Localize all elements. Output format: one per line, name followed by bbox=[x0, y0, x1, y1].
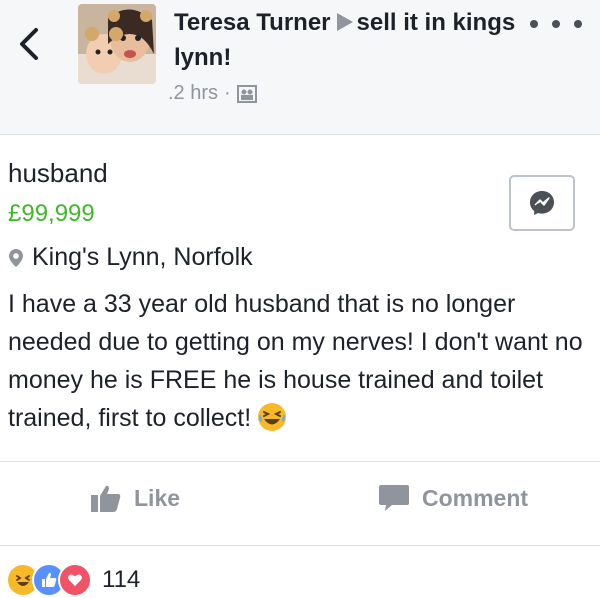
chevron-left-icon bbox=[20, 28, 38, 60]
messenger-icon bbox=[530, 191, 554, 215]
avatar[interactable] bbox=[78, 4, 156, 84]
like-button[interactable]: Like bbox=[90, 483, 180, 513]
more-dot-icon bbox=[530, 20, 538, 28]
like-label: Like bbox=[134, 484, 181, 511]
love-reaction-icon bbox=[58, 563, 92, 597]
reactions-summary[interactable]: 114 bbox=[6, 563, 140, 597]
listing-title: husband bbox=[8, 158, 108, 188]
location-text: King's Lynn, Norfolk bbox=[32, 243, 253, 271]
message-seller-button[interactable] bbox=[509, 175, 575, 231]
listing-price: £99,999 bbox=[8, 200, 95, 227]
more-dot-icon bbox=[552, 20, 560, 28]
comment-bubble-icon bbox=[379, 485, 409, 511]
divider bbox=[0, 461, 600, 462]
post-actions: Like Comment bbox=[0, 475, 600, 531]
post-title: Teresa Turner sell it in kings lynn! bbox=[174, 6, 534, 75]
laughing-emoji-icon bbox=[257, 402, 287, 443]
comment-label: Comment bbox=[422, 484, 529, 511]
author-name[interactable]: Teresa Turner bbox=[174, 9, 331, 36]
post-header: Teresa Turner sell it in kings lynn! .2 h… bbox=[0, 0, 600, 135]
meta-separator: · bbox=[224, 82, 231, 104]
triangle-right-icon bbox=[336, 7, 353, 41]
back-button[interactable] bbox=[14, 24, 44, 64]
post-time[interactable]: .2 hrs bbox=[168, 82, 218, 105]
post-meta: .2 hrs · bbox=[168, 82, 257, 105]
location-pin-icon bbox=[9, 248, 23, 267]
listing-location: King's Lynn, Norfolk bbox=[8, 243, 253, 272]
comment-button[interactable]: Comment bbox=[378, 483, 528, 513]
group-privacy-icon bbox=[236, 84, 257, 103]
more-dot-icon bbox=[574, 20, 582, 28]
reaction-count: 114 bbox=[102, 566, 141, 593]
description-text: I have a 33 year old husband that is no … bbox=[8, 290, 583, 432]
more-options-button[interactable] bbox=[530, 14, 582, 34]
thumbs-up-icon bbox=[91, 485, 121, 512]
listing-description: I have a 33 year old husband that is no … bbox=[8, 285, 593, 443]
divider bbox=[0, 545, 600, 546]
